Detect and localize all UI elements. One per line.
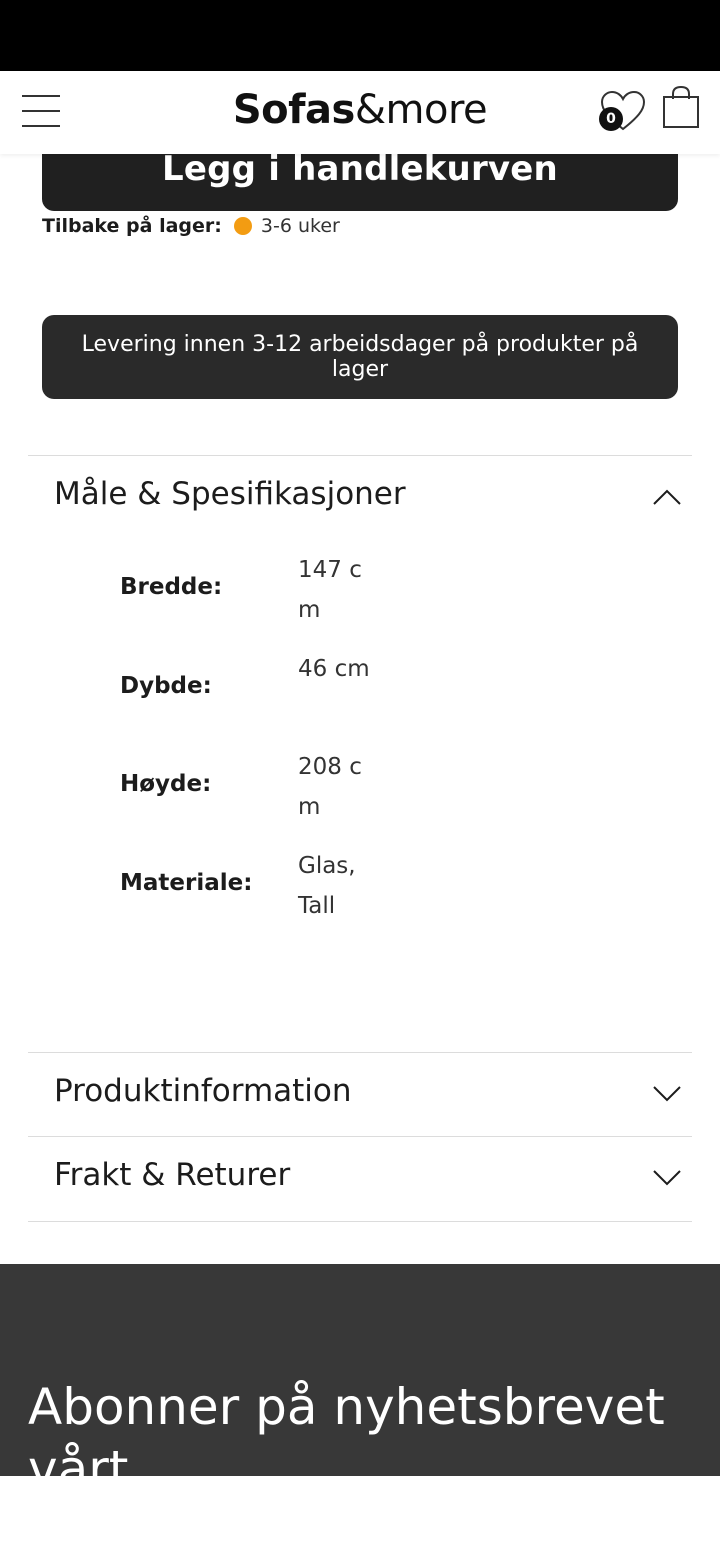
wishlist-count-badge: 0	[599, 107, 623, 131]
spec-label: Dybde:	[120, 673, 212, 699]
stock-label: Tilbake på lager:	[42, 215, 222, 237]
stock-value: 3-6 uker	[260, 215, 340, 237]
spec-row-width: Bredde: 147 cm	[120, 550, 620, 630]
stock-indicator-dot	[233, 217, 252, 235]
spec-label: Bredde:	[120, 574, 223, 600]
spec-label: Materiale:	[120, 870, 253, 896]
stock-status: Tilbake på lager: 3-6 uker	[42, 212, 340, 240]
bottom-blank-area	[0, 1476, 720, 1560]
spec-value: Glas, Tall	[298, 853, 356, 919]
delivery-notice-text: Levering innen 3-12 arbeidsdager på prod…	[81, 332, 639, 382]
delivery-notice: Levering innen 3-12 arbeidsdager på prod…	[42, 315, 678, 399]
shopping-bag-icon[interactable]	[662, 85, 700, 129]
divider	[28, 1136, 692, 1137]
spec-value: 147 cm	[298, 557, 362, 623]
logo-light: &more	[354, 87, 488, 133]
spec-row-height: Høyde: 208 cm	[120, 747, 620, 827]
chevron-down-icon[interactable]	[652, 1163, 682, 1193]
spec-value: 208 cm	[298, 754, 362, 820]
accordion-shipping-title[interactable]: Frakt & Returer	[54, 1157, 290, 1193]
divider	[28, 1052, 692, 1053]
newsletter-title: Abonner på nyhetsbrevet vårt	[28, 1378, 665, 1476]
spec-row-material: Materiale: Glas, Tall	[120, 846, 620, 926]
page-content: Legg i handlekurven Tilbake på lager: 3-…	[0, 0, 720, 1560]
newsletter-section: Abonner på nyhetsbrevet vårt	[0, 1264, 720, 1476]
spec-row-depth: Dybde: 46 cm	[120, 649, 620, 729]
chevron-down-icon[interactable]	[652, 1079, 682, 1109]
accordion-info-title[interactable]: Produktinformation	[54, 1073, 352, 1109]
spec-value: 46 cm	[298, 656, 370, 682]
spec-label: Høyde:	[120, 771, 212, 797]
divider	[28, 455, 692, 456]
add-to-cart-label: Legg i handlekurven	[162, 149, 558, 189]
divider	[28, 1221, 692, 1222]
logo-bold: Sofas	[232, 87, 356, 133]
chevron-up-icon[interactable]	[652, 482, 682, 512]
accordion-specs-title[interactable]: Måle & Spesifikasjoner	[54, 476, 406, 512]
